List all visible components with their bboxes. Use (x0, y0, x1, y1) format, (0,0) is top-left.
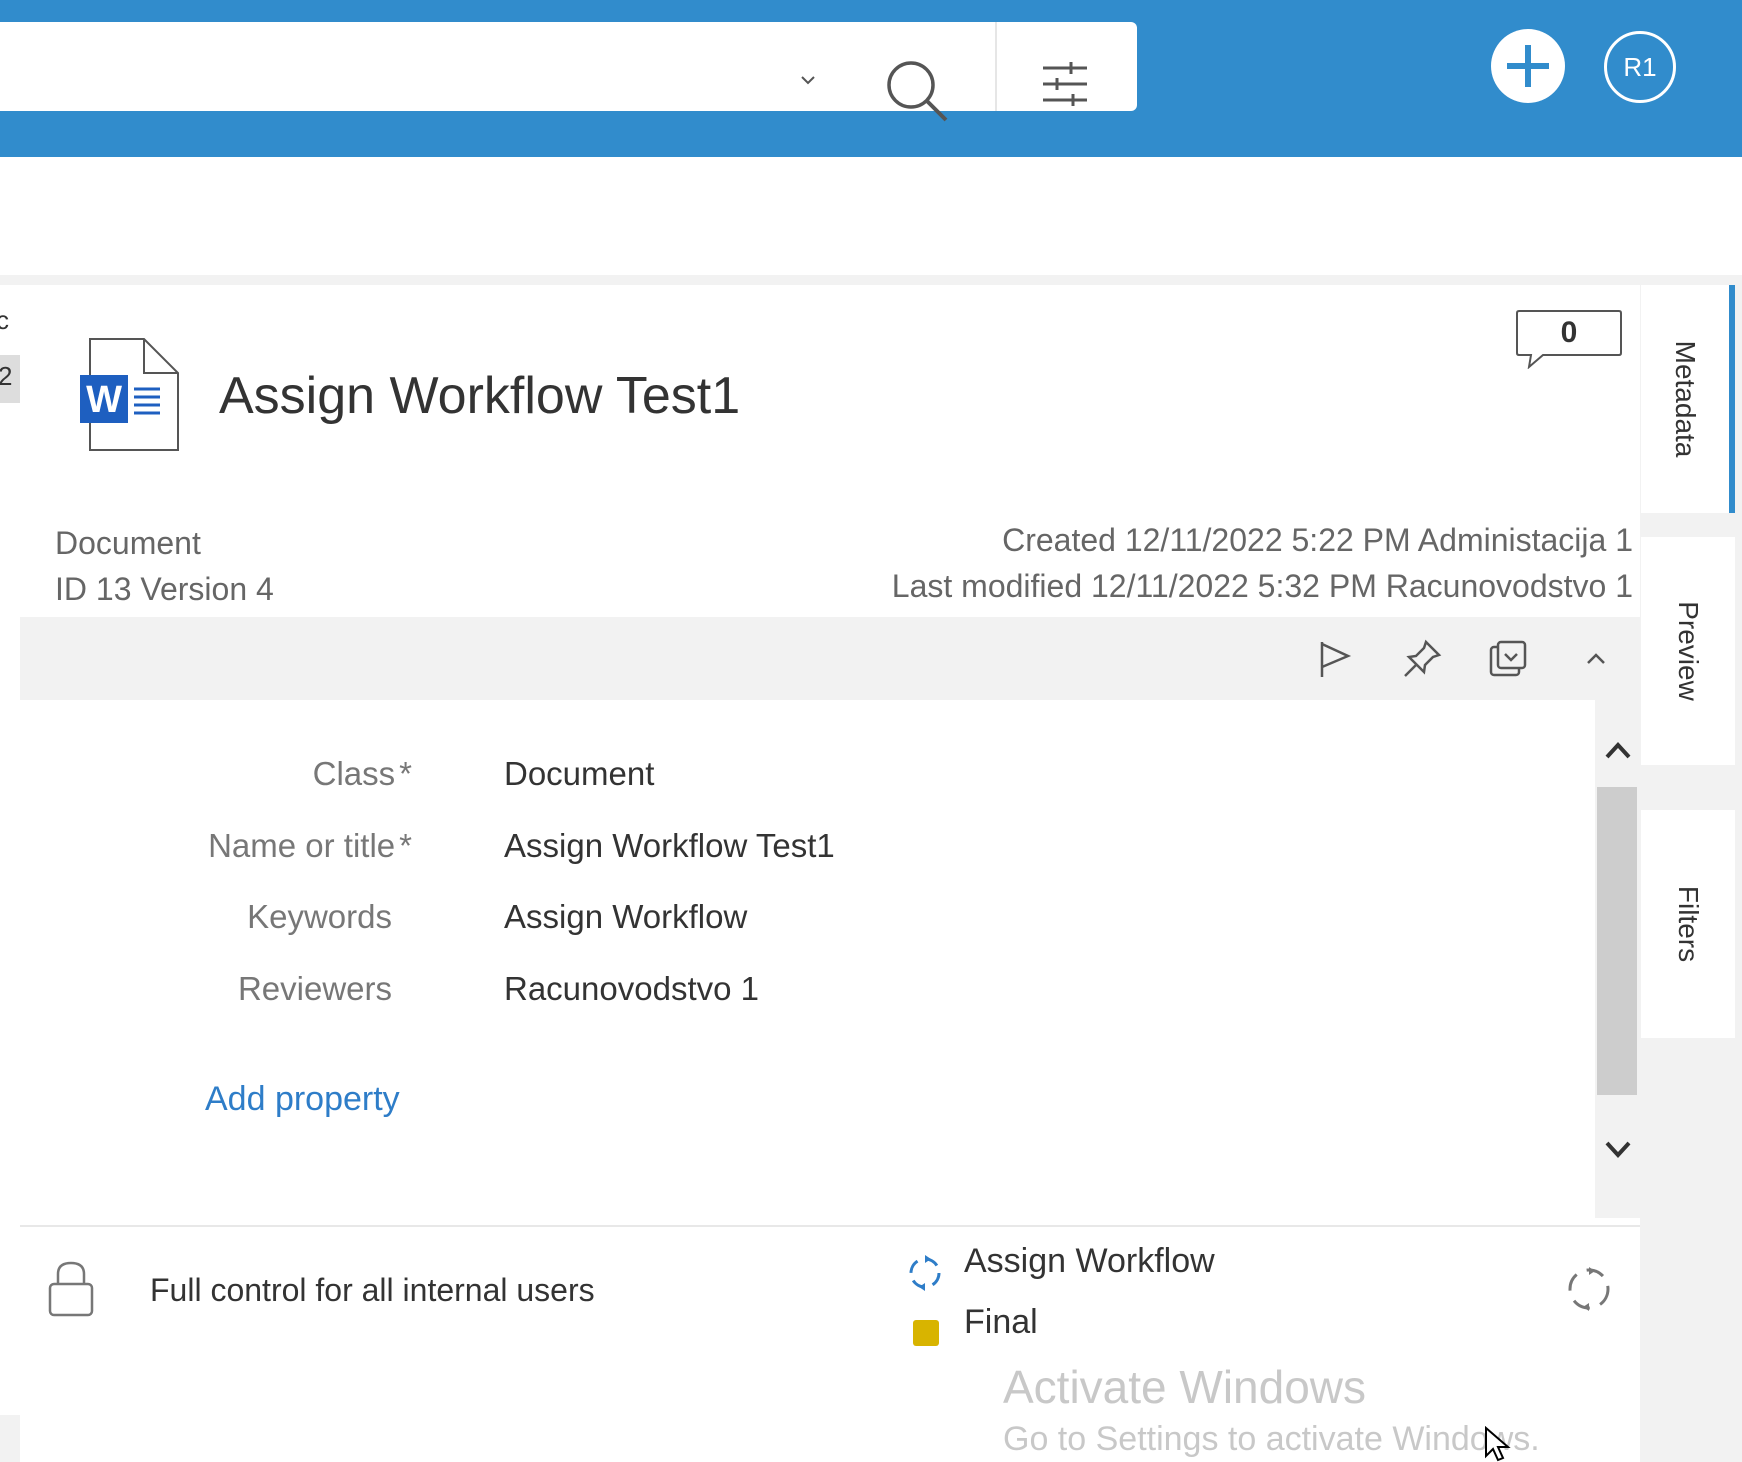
svg-text:W: W (86, 379, 122, 421)
state-indicator (913, 1320, 939, 1346)
property-value[interactable]: Assign Workflow Test1 (504, 827, 835, 865)
workflow-state[interactable]: Final (964, 1303, 1038, 1342)
workflow-name[interactable]: Assign Workflow (964, 1242, 1215, 1281)
search-box[interactable] (0, 22, 1137, 122)
comment-count: 0 (1560, 316, 1578, 349)
document-title: Assign Workflow Test1 (219, 367, 741, 425)
property-row[interactable]: Keywords Assign Workflow (20, 898, 1595, 946)
modified-info: Last modified 12/11/2022 5:32 PM Racunov… (891, 568, 1633, 604)
search-icon[interactable] (884, 58, 950, 124)
property-row[interactable]: Name or title * Assign Workflow Test1 (20, 827, 1595, 875)
id-version: ID 13 Version 4 (55, 571, 274, 607)
list-fragment: c (0, 305, 9, 335)
chevron-down-icon[interactable] (800, 72, 816, 88)
property-value[interactable]: Document (504, 755, 654, 793)
action-bar (20, 617, 1640, 700)
flag-icon[interactable] (1315, 639, 1355, 679)
add-icon (1507, 45, 1549, 87)
tab-metadata[interactable]: Metadata (1641, 285, 1735, 513)
scroll-down-icon[interactable] (1605, 1140, 1631, 1160)
user-avatar[interactable]: R1 (1604, 31, 1676, 103)
tab-preview[interactable]: Preview (1641, 537, 1735, 765)
word-document-icon: W (80, 338, 179, 451)
side-tabs: Metadata Preview Filters (1640, 285, 1742, 1462)
property-row[interactable]: Class * Document (20, 755, 1595, 803)
collapse-icon[interactable] (1576, 639, 1616, 679)
permissions-text[interactable]: Full control for all internal users (150, 1272, 595, 1309)
toolbar-strip (0, 157, 1742, 275)
filter-icon[interactable] (1041, 62, 1089, 106)
lock-icon[interactable] (48, 1260, 94, 1318)
add-property-link[interactable]: Add property (205, 1080, 400, 1119)
add-button[interactable] (1491, 29, 1565, 103)
list-pane-edge: c 2 (0, 285, 20, 1415)
created-info: Created 12/11/2022 5:22 PM Administacija… (1002, 522, 1633, 558)
property-label: Keywords (247, 898, 392, 935)
property-label: Reviewers (237, 970, 392, 1007)
pin-icon[interactable] (1402, 639, 1442, 679)
workflow-icon (909, 1255, 941, 1291)
search-separator (995, 22, 997, 111)
property-value[interactable]: Racunovodstvo 1 (504, 970, 759, 1008)
activation-watermark-text: Go to Settings to activate Windows. (1003, 1420, 1540, 1458)
tab-filters[interactable]: Filters (1641, 810, 1735, 1038)
property-label: Class * (312, 755, 412, 792)
object-type: Document (55, 525, 201, 561)
property-row[interactable]: Reviewers Racunovodstvo 1 (20, 970, 1595, 1018)
comments-button[interactable]: 0 (1515, 309, 1623, 369)
metadata-card: W Assign Workflow Test1 0 Document ID 13… (20, 285, 1640, 1462)
properties-panel: Class * Document Name or title * Assign Wo… (20, 700, 1595, 1218)
top-bar: R1 (0, 0, 1742, 157)
workflow-settings-icon[interactable] (1565, 1265, 1613, 1313)
scrollbar-thumb[interactable] (1597, 787, 1637, 1095)
property-label: Name or title * (208, 827, 412, 864)
activation-watermark-title: Activate Windows (1003, 1361, 1367, 1413)
properties-scrollbar[interactable] (1595, 700, 1640, 1218)
list-row-selected[interactable]: 2 (0, 355, 20, 403)
property-value[interactable]: Assign Workflow (504, 898, 747, 936)
popout-icon[interactable] (1488, 639, 1528, 679)
scroll-up-icon[interactable] (1605, 740, 1631, 760)
mouse-cursor-icon (1485, 1426, 1511, 1462)
